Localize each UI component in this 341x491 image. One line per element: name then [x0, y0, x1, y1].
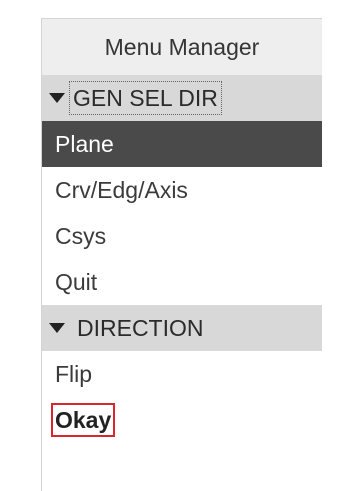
- section-gen-sel-dir-label: GEN SEL DIR: [69, 81, 222, 115]
- section-gen-sel-dir[interactable]: GEN SEL DIR: [42, 75, 322, 121]
- menu-item-okay[interactable]: Okay: [42, 397, 322, 443]
- menu-item-plane[interactable]: Plane: [42, 121, 322, 167]
- section-direction-label: DIRECTION: [77, 315, 204, 341]
- caret-down-icon[interactable]: [49, 93, 65, 103]
- menu-item-okay-label: Okay: [51, 403, 116, 437]
- menu-item-crv-edg-axis[interactable]: Crv/Edg/Axis: [42, 167, 322, 213]
- menu-item-quit[interactable]: Quit: [42, 259, 322, 305]
- menu-manager-panel: Menu Manager GEN SEL DIR Plane Crv/Edg/A…: [41, 18, 322, 491]
- caret-down-icon[interactable]: [49, 323, 65, 333]
- menu-item-flip[interactable]: Flip: [42, 351, 322, 397]
- section-direction[interactable]: DIRECTION: [42, 305, 322, 351]
- menu-item-csys[interactable]: Csys: [42, 213, 322, 259]
- menu-manager-title: Menu Manager: [42, 19, 322, 75]
